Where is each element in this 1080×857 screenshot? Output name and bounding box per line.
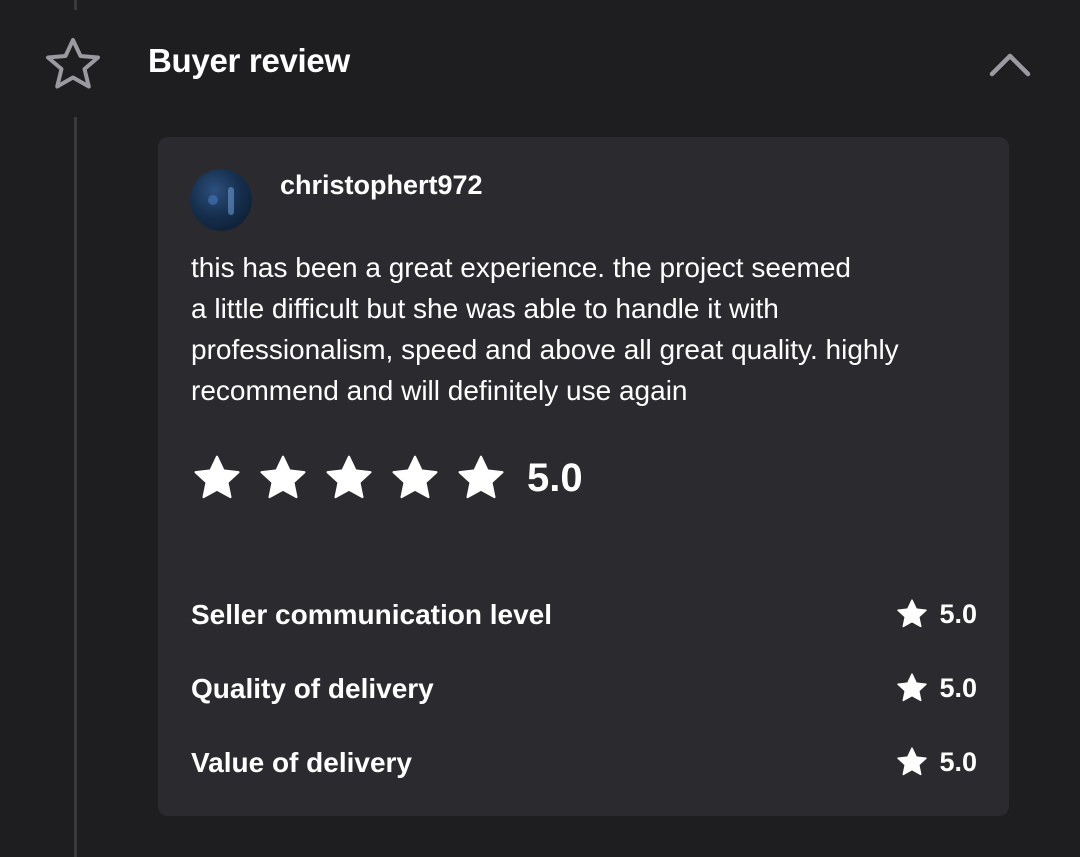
section-title: Buyer review: [148, 42, 350, 79]
rating-row-communication: Seller communication level 5.0: [191, 595, 977, 635]
overall-score: 5.0: [527, 455, 583, 500]
avatar-image-detail: [228, 187, 234, 215]
review-text: this has been a great experience. the pr…: [191, 252, 899, 406]
star-filled-icon: [897, 747, 928, 776]
reviewer-username[interactable]: christophert972: [280, 170, 483, 201]
rating-score-group: 5.0: [895, 597, 977, 631]
rating-score: 5.0: [939, 598, 977, 629]
chevron-up-icon[interactable]: [986, 46, 1034, 82]
rating-score: 5.0: [939, 746, 977, 777]
avatar[interactable]: [190, 169, 252, 231]
star-filled-icon: [194, 455, 240, 499]
rating-score-group: 5.0: [895, 745, 977, 779]
rating-row-value: Value of delivery 5.0: [191, 743, 977, 783]
avatar-image-detail: [208, 195, 218, 205]
rating-score: 5.0: [939, 672, 977, 703]
star-filled-icon: [897, 599, 928, 628]
buyer-review-section: Buyer review christophert972 this has be…: [0, 0, 1080, 857]
rating-label: Seller communication level: [191, 599, 553, 630]
rating-row-quality: Quality of delivery 5.0: [191, 669, 977, 709]
star-filled-icon: [326, 455, 372, 499]
rating-label: Quality of delivery: [191, 673, 434, 704]
star-filled-icon: [260, 455, 306, 499]
overall-rating: 5.0: [191, 450, 583, 506]
rating-score-group: 5.0: [895, 671, 977, 705]
star-outline-icon: [46, 38, 100, 89]
timeline-line: [74, 0, 77, 10]
star-filled-icon: [897, 673, 928, 702]
star-filled-icon: [392, 455, 438, 499]
rating-label: Value of delivery: [191, 747, 412, 778]
star-filled-icon: [458, 455, 504, 499]
timeline-line: [74, 117, 77, 857]
review-card: christophert972 this has been a great ex…: [158, 137, 1009, 816]
